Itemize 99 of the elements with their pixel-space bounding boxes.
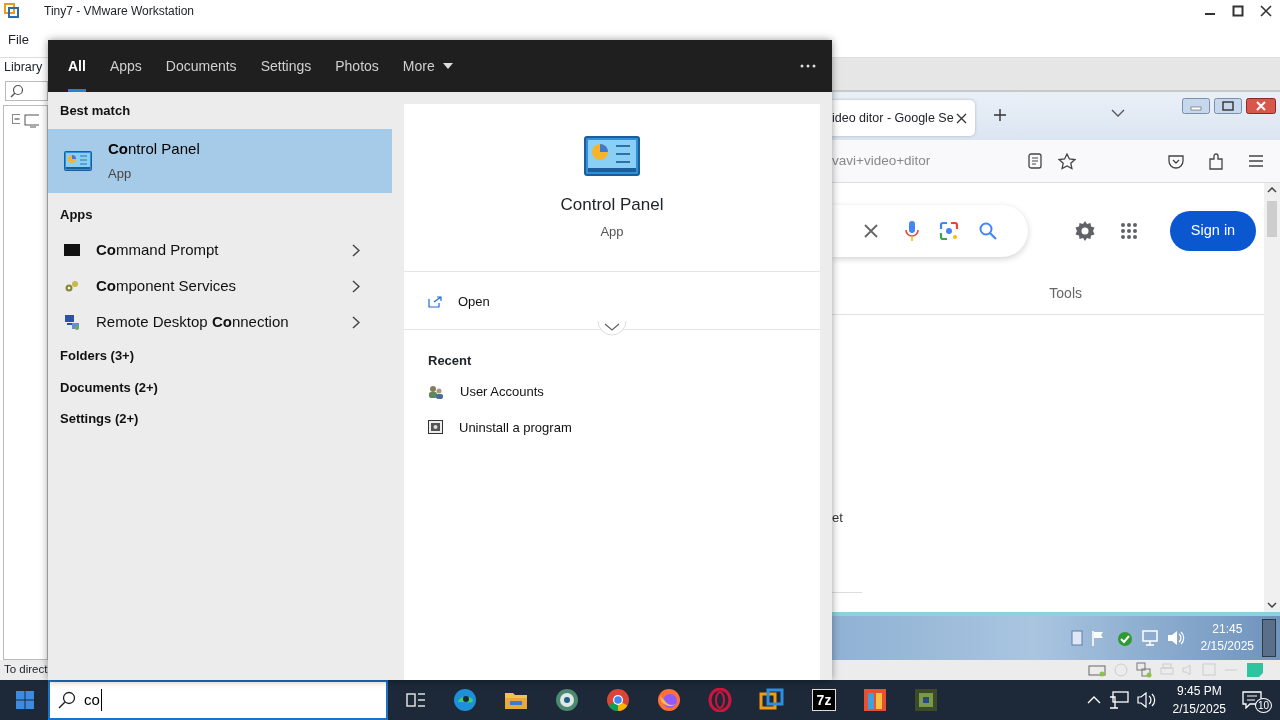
tab-title: ideo ditor - Google Se (832, 109, 954, 127)
archive-app-icon[interactable]: 7z (812, 689, 836, 711)
search-icon (10, 83, 24, 98)
scroll-down-icon[interactable] (1267, 602, 1277, 608)
clock-date: 2/15/2025 (1172, 701, 1226, 718)
tab[interactable]: Settings (248, 40, 324, 92)
tab[interactable]: Apps (97, 40, 154, 92)
maximize-icon[interactable] (1232, 5, 1244, 17)
program-icon (428, 420, 443, 435)
clock-time: 9:45 PM (1176, 683, 1222, 700)
app-icon (4, 3, 20, 19)
network-icon[interactable] (1108, 691, 1129, 709)
tab[interactable]: All (56, 40, 98, 92)
recent-item[interactable]: User Accounts (428, 378, 820, 406)
preview-title: Control Panel (560, 194, 664, 216)
chevron-down-icon[interactable] (1111, 108, 1125, 118)
open-icon (428, 295, 442, 308)
notification-count: 10 (1254, 698, 1272, 713)
users-icon (428, 384, 444, 399)
monitor-icon (24, 113, 39, 128)
open-button[interactable]: Open (428, 288, 820, 316)
sign-in-button[interactable]: Sign in (1170, 211, 1256, 251)
search-result[interactable]: Control Panel App (48, 128, 392, 193)
status-text: To direct (3, 662, 48, 678)
search-icon (58, 691, 76, 709)
close-icon[interactable] (1246, 98, 1276, 114)
pocket-icon[interactable] (1168, 153, 1184, 169)
collapse-icon[interactable] (12, 113, 21, 124)
firefox-icon[interactable] (657, 688, 681, 712)
section-heading: Best match (59, 102, 132, 120)
search-result[interactable]: Command Prompt (48, 232, 392, 268)
result-type: App (108, 165, 133, 183)
windows-start-icon[interactable] (16, 691, 34, 709)
scroll-up-icon[interactable] (1267, 187, 1277, 193)
recent-item[interactable]: Uninstall a program (428, 413, 820, 441)
scroll-thumb[interactable] (1267, 201, 1277, 237)
reader-icon[interactable] (1028, 153, 1042, 169)
search-result[interactable]: Remote Desktop Connection (48, 304, 392, 340)
settings-icon[interactable] (1074, 220, 1096, 242)
preview-subtitle: App (600, 222, 624, 241)
opera-icon[interactable] (708, 688, 732, 712)
folder-icon[interactable] (504, 690, 528, 710)
tab[interactable]: More (390, 40, 465, 92)
camera-icon[interactable] (939, 221, 959, 241)
control-panel-icon (584, 136, 640, 176)
library-label: Library (3, 59, 44, 76)
more-options-icon[interactable] (800, 64, 816, 68)
category-link[interactable]: Documents (2+) (48, 371, 392, 403)
control-panel-icon (64, 150, 92, 171)
extensions-icon[interactable] (1208, 152, 1224, 170)
tools-link[interactable]: Tools (1049, 283, 1082, 304)
result-name: Remote Desktop Connection (96, 311, 289, 332)
chevron-right-icon[interactable] (352, 279, 360, 293)
gears-icon (64, 279, 80, 293)
close-icon[interactable] (1260, 5, 1272, 17)
app-icon[interactable] (759, 688, 785, 712)
clock-time: 21:45 (1212, 620, 1243, 638)
apps-grid-icon[interactable] (1120, 222, 1138, 240)
network-adapter-icon[interactable] (1136, 662, 1152, 678)
chrome-icon[interactable] (606, 688, 630, 712)
task-view-icon[interactable] (406, 691, 426, 709)
chevron-right-icon[interactable] (352, 243, 360, 257)
expand-icon[interactable] (597, 319, 627, 338)
search-icon[interactable] (979, 222, 997, 240)
app-icon[interactable] (863, 688, 887, 712)
menu-icon[interactable] (1248, 154, 1264, 168)
result-name: Component Services (96, 275, 237, 296)
result-name: Control Panel (108, 138, 200, 159)
clock-date: 2/15/2025 (1200, 638, 1254, 655)
category-link[interactable]: Folders (3+) (48, 340, 392, 372)
app-icon[interactable] (914, 688, 938, 712)
section-heading: Apps (59, 205, 94, 224)
globe-icon[interactable] (555, 688, 579, 712)
close-icon[interactable] (956, 112, 967, 124)
tab[interactable]: Photos (323, 40, 391, 92)
result-name: Command Prompt (96, 239, 219, 260)
tab[interactable]: Documents (153, 40, 249, 92)
menu-item[interactable]: File (8, 30, 29, 50)
chevron-right-icon[interactable] (352, 315, 360, 329)
window-title: Tiny7 - VMware Workstation (44, 3, 195, 20)
caret-icon (442, 63, 453, 69)
search-field[interactable] (5, 80, 48, 101)
page-text: et (832, 511, 844, 524)
scrollbar[interactable] (1264, 183, 1280, 612)
browser-tab[interactable]: ideo ditor - Google Se (832, 100, 975, 136)
notification-button[interactable]: 10 (1242, 687, 1272, 713)
star-icon[interactable] (1058, 152, 1076, 170)
section-heading: Recent (428, 351, 473, 370)
edge-icon[interactable] (453, 688, 477, 712)
remote-desktop-icon (64, 314, 80, 330)
console-icon (64, 244, 80, 256)
category-link[interactable]: Settings (2+) (48, 403, 392, 435)
chevron-up-icon[interactable] (1086, 695, 1101, 705)
search-result[interactable]: Component Services (48, 268, 392, 304)
search-field[interactable]: co (48, 680, 388, 720)
clear-icon[interactable] (864, 224, 878, 238)
new-tab-icon[interactable] (993, 108, 1007, 122)
volume-icon[interactable] (1136, 692, 1157, 708)
microphone-icon[interactable] (905, 220, 919, 242)
